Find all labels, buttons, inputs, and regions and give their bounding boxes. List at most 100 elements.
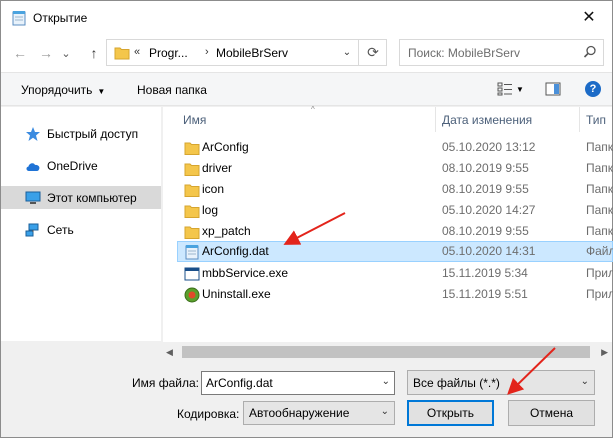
view-options-icon[interactable] [497, 82, 513, 96]
uninstall-icon [184, 287, 200, 303]
file-name: ArConfig.dat [202, 244, 269, 258]
notepad-icon [12, 11, 26, 26]
navigation-pane: Быстрый доступ OneDrive Этот компьютер С… [1, 107, 161, 341]
chevron-down-icon: ⌄ [61, 47, 71, 60]
file-row-selected[interactable]: ArConfig.dat 05.10.2020 14:31 Файл [177, 241, 613, 262]
arrow-left-icon: ← [13, 45, 27, 61]
chevron-down-icon: ⌄ [342, 47, 352, 58]
filename-input[interactable]: ArConfig.dat ⌄ [201, 371, 395, 395]
file-type: Прил [586, 266, 613, 280]
encoding-value: Автообнаружение [249, 406, 350, 420]
sidebar-item-onedrive[interactable]: OneDrive [1, 154, 161, 177]
file-name: log [202, 203, 219, 217]
file-name: driver [202, 161, 233, 175]
scrollbar-thumb[interactable] [182, 346, 590, 358]
window-title: Открытие [33, 11, 88, 25]
address-dropdown-button[interactable]: ⌄ [336, 41, 358, 64]
folder-icon [184, 184, 200, 197]
file-date: 05.10.2020 13:12 [442, 140, 536, 154]
cancel-button-label: Отмена [529, 406, 574, 420]
horizontal-scrollbar[interactable]: ◀ ▶ [162, 342, 612, 362]
organize-button[interactable]: Упорядочить ▼ [21, 83, 105, 97]
document-icon [185, 245, 199, 260]
file-name: ArConfig [202, 140, 249, 154]
file-date: 08.10.2019 9:55 [442, 182, 529, 196]
search-placeholder: Поиск: MobileBrServ [408, 46, 520, 60]
forward-button[interactable]: → [35, 42, 57, 64]
address-segment-progr[interactable]: Progr... [149, 46, 188, 60]
file-date: 08.10.2019 9:55 [442, 224, 529, 238]
address-overflow-icon: « [134, 46, 141, 58]
folder-icon [184, 163, 200, 176]
sidebar-item-label: Этот компьютер [47, 190, 137, 205]
file-type: Прил [586, 287, 613, 301]
recent-locations-button[interactable]: ⌄ [59, 42, 73, 64]
close-icon: ✕ [582, 9, 596, 26]
folder-icon [184, 226, 200, 239]
sidebar-item-label: Сеть [47, 222, 74, 237]
new-folder-label: Новая папка [137, 83, 207, 97]
cancel-button[interactable]: Отмена [508, 400, 595, 426]
file-list: ^ Имя Дата изменения Тип ArConfig 05.10.… [162, 105, 613, 342]
filetype-value: Все файлы (*.*) [413, 376, 500, 390]
star-icon [25, 126, 41, 142]
chevron-down-icon[interactable]: ⌄ [382, 376, 390, 387]
refresh-icon: ⟳ [367, 44, 379, 60]
sidebar-item-network[interactable]: Сеть [1, 218, 161, 241]
open-dialog: Открытие ✕ ← → ⌄ ↑ « Progr... › MobileBr… [0, 0, 613, 438]
file-row[interactable]: driver 08.10.2019 9:55 Папка [177, 158, 613, 179]
file-name: Uninstall.exe [202, 287, 271, 301]
back-button[interactable]: ← [9, 42, 31, 64]
file-name: mbbService.exe [202, 266, 289, 280]
file-type: Файл [586, 244, 613, 258]
refresh-button[interactable]: ⟳ [358, 40, 387, 65]
sidebar-item-label: OneDrive [47, 158, 98, 173]
file-date: 05.10.2020 14:31 [442, 244, 536, 258]
open-button-label: Открыть [426, 406, 475, 420]
new-folder-button[interactable]: Новая папка [137, 83, 207, 97]
sidebar-item-quick-access[interactable]: Быстрый доступ [1, 122, 161, 145]
column-header-date[interactable]: Дата изменения [436, 107, 580, 132]
up-button[interactable]: ↑ [83, 42, 105, 64]
scroll-left-icon[interactable]: ◀ [166, 347, 173, 358]
file-row[interactable]: Uninstall.exe 15.11.2019 5:51 Прил [177, 284, 613, 305]
close-button[interactable]: ✕ [566, 1, 612, 33]
column-header-type[interactable]: Тип [580, 107, 613, 132]
folder-icon [184, 205, 200, 218]
file-type: Папка [586, 203, 613, 217]
application-icon [184, 267, 200, 281]
file-type: Папка [586, 140, 613, 154]
column-header-name[interactable]: ^ Имя [177, 105, 436, 132]
column-header-label: Имя [183, 113, 207, 127]
search-icon [583, 45, 596, 58]
scroll-right-icon[interactable]: ▶ [601, 347, 608, 358]
sidebar-item-label: Быстрый доступ [47, 126, 139, 141]
file-type: Папка [586, 224, 613, 238]
file-row[interactable]: log 05.10.2020 14:27 Папка [177, 200, 613, 221]
column-header-label: Дата изменения [442, 113, 533, 127]
help-button[interactable]: ? [585, 81, 601, 97]
file-row[interactable]: xp_patch 08.10.2019 9:55 Папка [177, 221, 613, 242]
cloud-icon [25, 158, 41, 174]
file-row[interactable]: mbbService.exe 15.11.2019 5:34 Прил [177, 263, 613, 284]
arrow-up-icon: ↑ [90, 45, 98, 61]
preview-pane-icon[interactable] [545, 82, 561, 96]
help-icon: ? [589, 83, 597, 95]
filetype-select[interactable]: Все файлы (*.*) ⌄ [407, 370, 595, 395]
caret-down-icon[interactable]: ▼ [516, 85, 524, 94]
encoding-select[interactable]: Автообнаружение ⌄ [243, 401, 395, 425]
file-row[interactable]: icon 08.10.2019 9:55 Папка [177, 179, 613, 200]
sidebar-item-this-pc[interactable]: Этот компьютер [1, 186, 161, 209]
network-icon [25, 222, 41, 238]
arrow-right-icon: → [39, 45, 53, 61]
filename-value: ArConfig.dat [206, 376, 273, 390]
address-segment-mobilebrserv[interactable]: MobileBrServ [216, 46, 288, 60]
file-row[interactable]: ArConfig 05.10.2020 13:12 Папка [177, 137, 613, 158]
open-button[interactable]: Открыть [407, 400, 494, 426]
address-bar[interactable]: « Progr... › MobileBrServ ⌄ ⟳ [106, 39, 387, 66]
encoding-label: Кодировка: [177, 407, 240, 421]
search-input[interactable]: Поиск: MobileBrServ [399, 39, 604, 66]
column-header-label: Тип [586, 113, 607, 127]
sort-ascending-icon: ^ [311, 105, 315, 114]
folder-icon [114, 47, 130, 60]
